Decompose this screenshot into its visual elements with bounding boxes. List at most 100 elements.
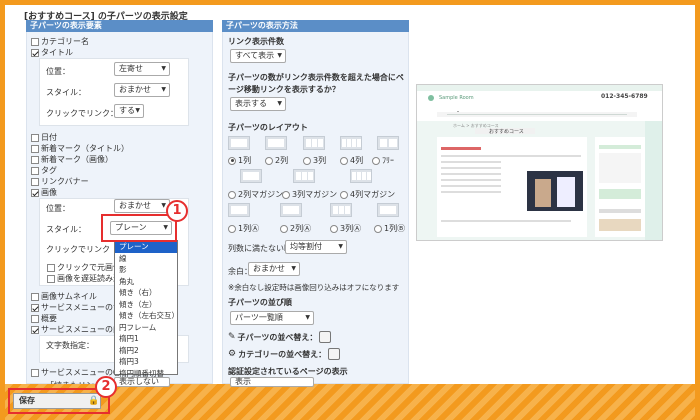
radio[interactable]	[228, 190, 236, 199]
dropdown-option[interactable]: 傾き（左右交互）	[115, 310, 179, 322]
dropdown-option[interactable]: 傾き（左）	[115, 299, 177, 311]
radio[interactable]	[303, 156, 311, 165]
checkbox[interactable]	[31, 292, 39, 301]
radio[interactable]	[228, 224, 236, 233]
checkbox[interactable]	[47, 274, 55, 283]
sort-icon[interactable]	[319, 331, 332, 343]
sort-categories-row[interactable]: ⚙ カテゴリーの並べ替え：	[228, 348, 341, 360]
option-date[interactable]: 日付	[31, 132, 57, 143]
highlight-box-2	[8, 388, 110, 414]
checkbox[interactable]	[31, 155, 39, 164]
layout-option-1col-b[interactable]: 1列Ⓑ	[374, 223, 405, 234]
checkbox[interactable]	[31, 144, 39, 153]
layout-option-3col-a[interactable]: 3列Ⓐ	[330, 223, 361, 234]
sort-children-row[interactable]: ✎ 子パーツの並べ替え：	[228, 331, 332, 343]
checkbox[interactable]	[31, 177, 39, 186]
layout-4col-icon[interactable]	[340, 136, 362, 150]
title-position-select[interactable]: 左寄せ ▼	[114, 62, 170, 76]
option-service-menu-1[interactable]: サービスメニューのサ	[31, 302, 121, 313]
step-badge-2: 2	[95, 376, 117, 398]
layout-1col-icon[interactable]	[228, 136, 250, 150]
option-summary[interactable]: 概要	[31, 313, 57, 324]
option-title[interactable]: タイトル	[31, 47, 73, 58]
option-link-banner[interactable]: リンクバナー	[31, 176, 89, 187]
option-tag[interactable]: タグ	[31, 165, 57, 176]
title-style-label: スタイル：	[46, 88, 86, 97]
dropdown-option[interactable]: 楕円順番切替	[115, 368, 177, 380]
text-count-label: 文字数指定：	[46, 341, 94, 350]
image-click-label: クリックでリンク	[46, 245, 110, 254]
margin-select[interactable]: おまかせ ▼	[248, 262, 300, 276]
uneven-select[interactable]: 均等割付 ▼	[285, 240, 347, 254]
overflow-select[interactable]: 表示する ▼	[230, 97, 286, 111]
layout-option-1col-a[interactable]: 1列Ⓐ	[228, 223, 259, 234]
checkbox[interactable]	[31, 303, 39, 312]
dropdown-option[interactable]: 楕円2	[115, 345, 177, 357]
layout-2col-a-icon[interactable]	[280, 203, 302, 217]
link-count-select[interactable]: すべて表示 ▼	[230, 49, 286, 63]
layout-option-1col[interactable]: 1列	[228, 155, 251, 166]
layout-option-3col-magazine[interactable]: 3列マガジン	[282, 189, 337, 200]
image-position-select[interactable]: おまかせ ▼	[114, 199, 170, 213]
layout-3col-icon[interactable]	[303, 136, 325, 150]
dropdown-option[interactable]: 線	[115, 253, 177, 265]
option-new-mark-image[interactable]: 新着マーク（画像）	[31, 154, 113, 165]
checkbox[interactable]	[31, 368, 39, 377]
checkbox[interactable]	[31, 314, 39, 323]
layout-option-4col-magazine[interactable]: 4列マガジン	[340, 189, 395, 200]
title-click-label: クリックでリンク：	[46, 109, 118, 118]
dropdown-option[interactable]: 楕円3	[115, 356, 177, 368]
layout-option-free[interactable]: ﾌﾘｰ	[372, 155, 394, 166]
dropdown-option[interactable]: プレーン	[115, 241, 177, 253]
checkbox[interactable]	[31, 188, 39, 197]
layout-option-3col[interactable]: 3列	[303, 155, 326, 166]
layout-1col-b-icon[interactable]	[377, 203, 399, 217]
checkbox[interactable]	[31, 37, 39, 46]
layout-4col-magazine-icon[interactable]	[350, 169, 372, 183]
title-style-select[interactable]: おまかせ ▼	[114, 83, 170, 97]
layout-option-4col[interactable]: 4列	[340, 155, 363, 166]
checkbox[interactable]	[31, 48, 39, 57]
overflow-title: 子パーツの数がリンク表示件数を超えた場合にページ移動リンクを表示するか？	[228, 73, 404, 94]
radio[interactable]	[280, 224, 288, 233]
radio[interactable]	[330, 224, 338, 233]
sort-icon[interactable]	[328, 348, 341, 360]
radio[interactable]	[282, 190, 290, 199]
radio[interactable]	[265, 156, 273, 165]
option-image[interactable]: 画像	[31, 187, 57, 198]
radio[interactable]	[374, 224, 382, 233]
layout-1col-a-icon[interactable]	[228, 203, 250, 217]
preview-section-title: おすすめコース	[489, 129, 524, 135]
layout-option-2col-a[interactable]: 2列Ⓐ	[280, 223, 311, 234]
radio[interactable]	[228, 156, 236, 165]
option-category-name[interactable]: カテゴリー名	[31, 36, 89, 47]
dropdown-option[interactable]: 傾き（右）	[115, 287, 177, 299]
option-image-thumbnail[interactable]: 画像サムネイル	[31, 291, 97, 302]
layout-2col-magazine-icon[interactable]	[240, 169, 262, 183]
dropdown-option[interactable]: 楕円1	[115, 333, 177, 345]
checkbox[interactable]	[31, 133, 39, 142]
option-new-mark-title[interactable]: 新着マーク（タイトル）	[31, 143, 129, 154]
dropdown-option[interactable]: 影	[115, 264, 177, 276]
layout-2col-icon[interactable]	[265, 136, 287, 150]
dropdown-option[interactable]: 円フレーム	[115, 322, 177, 334]
layout-3col-a-icon[interactable]	[330, 203, 352, 217]
layout-3col-magazine-icon[interactable]	[293, 169, 315, 183]
layout-option-2col-magazine[interactable]: 2列マガジン	[228, 189, 283, 200]
chevron-down-icon: ▼	[305, 314, 310, 321]
title-click-select[interactable]: する ▼	[114, 104, 144, 118]
checkbox[interactable]	[31, 325, 39, 334]
layout-free-icon[interactable]	[377, 136, 399, 150]
option-service-menu-2[interactable]: サービスメニューの内	[31, 324, 121, 335]
dropdown-option[interactable]: 角丸	[115, 276, 177, 288]
radio[interactable]	[372, 156, 380, 165]
auth-select[interactable]: 表示	[230, 377, 314, 387]
radio[interactable]	[340, 156, 348, 165]
order-select[interactable]: パーツ一覧順 ▼	[230, 311, 314, 325]
checkbox[interactable]	[31, 166, 39, 175]
checkbox[interactable]	[47, 263, 55, 272]
layout-option-2col[interactable]: 2列	[265, 155, 288, 166]
drag-icon: ✎	[228, 332, 236, 342]
radio[interactable]	[340, 190, 348, 199]
style-dropdown-list[interactable]: プレーン 線 影 角丸 傾き（右） 傾き（左） 傾き（左右交互） 円フレーム 楕…	[114, 240, 179, 378]
